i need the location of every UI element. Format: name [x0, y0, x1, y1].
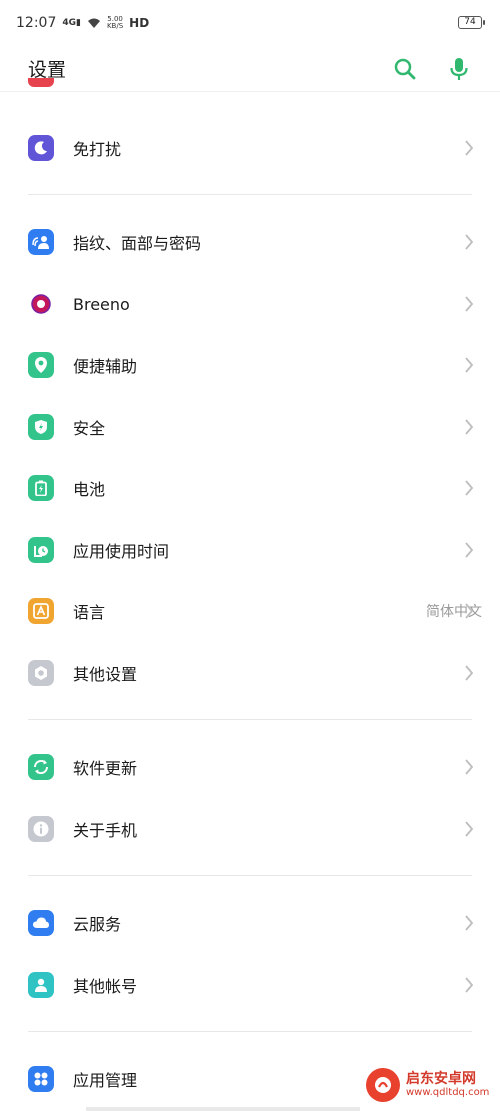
settings-item-label: 安全: [73, 419, 106, 438]
chevron-right-icon: [465, 234, 474, 250]
settings-item-do-not-disturb[interactable]: 免打扰: [0, 119, 500, 177]
watermark-url: www.qdltdq.com: [406, 1087, 490, 1099]
watermark-logo-icon: [366, 1068, 400, 1102]
settings-item-label: 其他设置: [73, 665, 138, 684]
settings-item-label: 免打扰: [73, 140, 122, 159]
settings-item-security[interactable]: 安全: [0, 398, 500, 456]
notification-icon: [28, 78, 54, 87]
chevron-right-icon: [465, 915, 474, 931]
settings-item-label: 软件更新: [73, 759, 138, 778]
fingerprint-face-icon: [28, 229, 54, 255]
settings-item-other-accounts[interactable]: 其他帐号: [0, 956, 500, 1014]
chevron-right-icon: [465, 665, 474, 681]
chevron-right-icon: [465, 357, 474, 373]
settings-item-software-update[interactable]: 软件更新: [0, 738, 500, 796]
search-icon: [394, 58, 416, 79]
hd-indicator: HD: [129, 16, 150, 30]
settings-item-cloud-service[interactable]: 云服务: [0, 894, 500, 952]
chevron-right-icon: [465, 542, 474, 558]
chevron-right-icon: [465, 480, 474, 496]
settings-item-label: 关于手机: [73, 821, 138, 840]
assist-icon: [28, 352, 54, 378]
language-icon: [28, 598, 54, 624]
section-divider: [28, 1031, 472, 1032]
update-icon: [28, 754, 54, 780]
chevron-right-icon: [465, 419, 474, 435]
settings-item-battery[interactable]: 电池: [0, 459, 500, 517]
settings-item-convenience-assist[interactable]: 便捷辅助: [0, 336, 500, 394]
settings-item-label: 语言: [73, 603, 106, 622]
chevron-right-icon: [465, 603, 474, 619]
settings-item-breeno[interactable]: Breeno: [0, 275, 500, 333]
settings-item-language[interactable]: 语言 简体中文: [0, 582, 500, 640]
settings-item-about-phone[interactable]: 关于手机: [0, 800, 500, 858]
settings-item-label: 便捷辅助: [73, 357, 138, 376]
section-divider: [28, 719, 472, 720]
battery-indicator: 74: [458, 16, 485, 29]
watermark-name: 启东安卓网: [406, 1070, 476, 1087]
settings-item-label: 电池: [73, 480, 106, 499]
breeno-icon: [28, 291, 54, 317]
chevron-right-icon: [465, 821, 474, 837]
network-speed: 5.00 KB/S: [106, 15, 124, 30]
chevron-right-icon: [465, 296, 474, 312]
settings-item-label: 应用使用时间: [73, 542, 170, 561]
gesture-bar[interactable]: [86, 1107, 360, 1111]
settings-item-label: Breeno: [73, 294, 130, 314]
settings-item-label: 指纹、面部与密码: [73, 234, 202, 253]
chevron-right-icon: [465, 977, 474, 993]
microphone-icon: [450, 57, 468, 80]
settings-item-other-settings[interactable]: 其他设置: [0, 644, 500, 702]
status-time: 12:07: [16, 15, 57, 31]
chevron-right-icon: [465, 140, 474, 156]
status-bar: 12:07 4G▮ 5.00 KB/S HD 74: [0, 0, 500, 46]
section-divider: [28, 194, 472, 195]
app-manage-icon: [28, 1066, 54, 1092]
moon-icon: [28, 135, 54, 161]
settings-item-label: 其他帐号: [73, 977, 138, 996]
battery-icon: [28, 475, 54, 501]
site-watermark: 启东安卓网 www.qdltdq.com: [366, 1065, 494, 1105]
settings-item-app-usage-time[interactable]: 应用使用时间: [0, 521, 500, 579]
settings-item-label: 云服务: [73, 915, 122, 934]
signal-indicator: 4G▮: [62, 17, 81, 28]
partially-hidden-row[interactable]: [0, 78, 500, 92]
cloud-icon: [28, 910, 54, 936]
section-divider: [28, 875, 472, 876]
other-settings-icon: [28, 660, 54, 686]
account-icon: [28, 972, 54, 998]
shield-icon: [28, 414, 54, 440]
info-icon: [28, 816, 54, 842]
chevron-right-icon: [465, 759, 474, 775]
wifi-icon: [87, 18, 100, 28]
app-time-icon: [28, 537, 54, 563]
settings-item-fingerprint-face-password[interactable]: 指纹、面部与密码: [0, 213, 500, 271]
